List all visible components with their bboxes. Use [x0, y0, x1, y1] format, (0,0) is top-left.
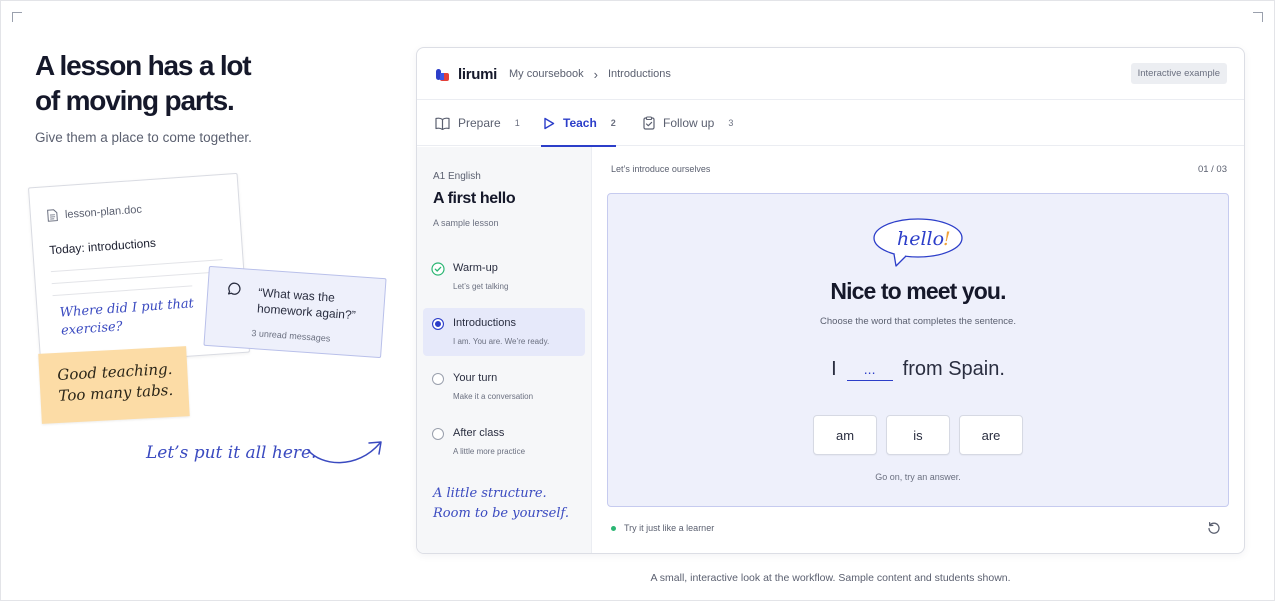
- tab-follow-up-number: 3: [728, 118, 734, 128]
- exercise-card: hello ! Nice to meet you. Choose the wor…: [607, 193, 1229, 507]
- clipboard-check-icon: [643, 116, 655, 130]
- step-label: After class: [453, 427, 505, 439]
- doc-divider: [50, 259, 223, 273]
- reset-icon[interactable]: [1207, 521, 1221, 535]
- tab-teach-number: 2: [610, 118, 616, 128]
- step-subtitle: Let’s get talking: [453, 282, 509, 291]
- step-your-turn[interactable]: Your turn Make it a conversation: [423, 363, 585, 411]
- radio-empty-icon: [432, 428, 444, 440]
- tab-prepare[interactable]: Prepare 1: [435, 100, 520, 146]
- sentence-before: I: [831, 358, 837, 380]
- lesson-sidebar: A1 English A first hello A sample lesson…: [417, 147, 592, 553]
- workflow-caption: A small, interactive look at the workflo…: [650, 572, 1011, 584]
- option-am-button[interactable]: am: [813, 415, 877, 455]
- step-subtitle: I am. You are. We’re ready.: [453, 337, 550, 346]
- hero-subtitle: Give them a place to come together.: [35, 130, 252, 145]
- step-label: Introductions: [453, 317, 516, 329]
- step-label: Warm-up: [453, 262, 498, 274]
- tab-follow-up-label: Follow up: [663, 116, 715, 130]
- brand[interactable]: lirumi: [435, 66, 497, 83]
- option-are-button[interactable]: are: [959, 415, 1023, 455]
- breadcrumb-current[interactable]: Introductions: [608, 68, 671, 80]
- doc-filename: lesson-plan.doc: [64, 203, 143, 221]
- exercise-counter: 01 / 03: [1197, 164, 1227, 175]
- doc-file-row: lesson-plan.doc: [47, 203, 143, 223]
- chat-bubble-icon: [227, 282, 241, 295]
- tab-teach[interactable]: Teach 2: [541, 100, 616, 147]
- hero-title-line1: A lesson has a lot: [35, 50, 252, 81]
- lesson-title: A first hello: [433, 190, 516, 207]
- step-introductions[interactable]: Introductions I am. You are. We’re ready…: [423, 308, 585, 356]
- tab-prepare-label: Prepare: [458, 116, 501, 130]
- hello-speech-bubble: hello !: [873, 218, 963, 267]
- check-circle-icon: [431, 262, 445, 276]
- breadcrumb: My coursebook › Introductions: [509, 66, 671, 82]
- exercise-hint: Go on, try an answer.: [875, 472, 961, 482]
- lirumi-logo-icon: [436, 69, 449, 81]
- corner-mark-top-left: [12, 12, 22, 22]
- answer-blank[interactable]: ...: [846, 358, 893, 381]
- step-subtitle: A little more practice: [453, 447, 526, 456]
- step-label: Your turn: [453, 372, 498, 384]
- exercise-instruction: Choose the word that completes the sente…: [820, 316, 1016, 327]
- doc-divider: [52, 285, 193, 297]
- learner-status: Try it just like a learner: [611, 523, 714, 533]
- section-label: Let’s introduce ourselves: [611, 164, 711, 174]
- chat-quote: “What was the homework again?”: [257, 284, 377, 324]
- doc-handwritten-line2: exercise?: [60, 319, 124, 339]
- radio-selected-icon: [432, 318, 444, 330]
- doc-handwritten-line1: Where did I put that: [59, 296, 195, 321]
- option-is-button[interactable]: is: [886, 415, 950, 455]
- lesson-main: Let’s introduce ourselves 01 / 03 hello …: [593, 147, 1244, 553]
- hero-title: A lesson has a lot of moving parts.: [35, 48, 295, 118]
- corner-mark-top-right: [1253, 12, 1263, 22]
- book-icon: [435, 117, 450, 130]
- cta-handwritten: Let’s put it all here.: [146, 443, 317, 463]
- sentence-after: from Spain.: [902, 358, 1005, 380]
- tab-teach-label: Teach: [563, 116, 597, 130]
- app-window: lirumi My coursebook › Introductions Int…: [416, 47, 1245, 554]
- exercise-sentence: I ... from Spain.: [608, 358, 1228, 381]
- tab-prepare-number: 1: [514, 118, 520, 128]
- unread-count: 3 unread messages: [251, 328, 331, 344]
- learner-status-text: Try it just like a learner: [624, 523, 715, 533]
- bubble-exclamation: !: [943, 228, 951, 250]
- doc-divider: [51, 271, 224, 285]
- lesson-tabs: Prepare 1 Teach 2 Follow up 3: [417, 100, 1244, 147]
- exercise-title: Nice to meet you.: [830, 278, 1006, 304]
- answer-options: am is are: [608, 415, 1228, 455]
- tab-follow-up[interactable]: Follow up 3: [643, 100, 733, 146]
- doc-heading: Today: introductions: [48, 235, 157, 258]
- sticky-note: Good teaching. Too many tabs.: [38, 346, 190, 424]
- bubble-hello-text: hello: [897, 228, 944, 250]
- sticky-note-text: Good teaching. Too many tabs.: [57, 359, 174, 407]
- brand-name: lirumi: [458, 66, 498, 83]
- chat-message-card: “What was the homework again?” 3 unread …: [203, 265, 387, 359]
- step-warm-up[interactable]: Warm-up Let’s get talking: [423, 253, 585, 301]
- sidebar-handwritten-line2: Room to be yourself.: [433, 506, 569, 521]
- sticky-note-line2: Too many tabs.: [58, 380, 174, 405]
- step-subtitle: Make it a conversation: [453, 392, 534, 401]
- radio-empty-icon: [432, 373, 444, 385]
- sidebar-handwritten-line1: A little structure.: [433, 486, 547, 501]
- sticky-note-line1: Good teaching.: [56, 359, 173, 384]
- breadcrumb-coursebook[interactable]: My coursebook: [509, 68, 584, 80]
- lesson-description: A sample lesson: [433, 218, 499, 228]
- app-header: lirumi My coursebook › Introductions Int…: [417, 48, 1244, 100]
- play-icon: [544, 117, 555, 129]
- document-icon: [47, 209, 58, 222]
- interactive-example-badge: Interactive example: [1130, 63, 1227, 84]
- chat-quote-line2: homework again?”: [256, 301, 357, 323]
- step-after-class[interactable]: After class A little more practice: [423, 418, 585, 466]
- lesson-level: A1 English: [433, 171, 481, 182]
- doc-handwritten-note: Where did I put that exercise?: [59, 295, 201, 341]
- sidebar-handwritten-note: A little structure. Room to be yourself.: [433, 484, 569, 524]
- curved-arrow-icon: [307, 441, 382, 464]
- chevron-right-icon: ›: [593, 66, 598, 82]
- status-dot-icon: [611, 525, 616, 531]
- hero-title-line2: of moving parts.: [35, 85, 235, 116]
